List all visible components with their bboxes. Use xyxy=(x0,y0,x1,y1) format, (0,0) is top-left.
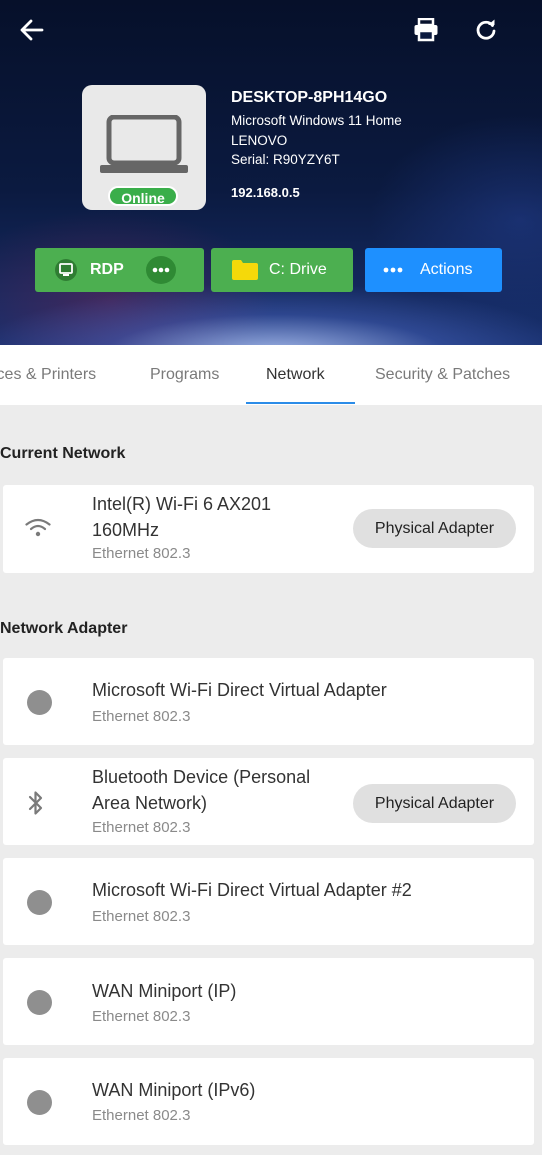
section-network-adapter: Network Adapter xyxy=(0,620,128,637)
dot-icon xyxy=(27,1090,52,1115)
wifi-icon xyxy=(25,518,51,537)
bluetooth-icon xyxy=(28,791,43,815)
section-current-network: Current Network xyxy=(0,445,126,462)
refresh-icon[interactable] xyxy=(470,14,502,46)
tab-security-patches[interactable]: Security & Patches xyxy=(375,345,510,405)
device-ip: 192.168.0.5 xyxy=(231,185,300,200)
rdp-more-button[interactable] xyxy=(146,256,176,284)
adapter-item[interactable]: WAN Miniport (IPv6) Ethernet 802.3 xyxy=(3,1058,534,1145)
device-serial: Serial: R90YZY6T xyxy=(231,152,340,167)
actions-label: Actions xyxy=(420,261,473,278)
device-os: Microsoft Windows 11 Home xyxy=(231,113,402,128)
device-manufacturer: LENOVO xyxy=(231,133,288,148)
tab-bar: ices & Printers Programs Network Securit… xyxy=(0,345,542,405)
rdp-label: RDP xyxy=(90,261,124,278)
adapter-title: Microsoft Wi-Fi Direct Virtual Adapter #… xyxy=(92,880,412,900)
adapter-subtitle: Ethernet 802.3 xyxy=(92,908,191,925)
rdp-button[interactable]: RDP xyxy=(35,248,204,292)
adapter-subtitle: Ethernet 802.3 xyxy=(92,819,191,836)
laptop-icon xyxy=(100,115,188,173)
adapter-subtitle: Ethernet 802.3 xyxy=(92,708,191,725)
dot-icon xyxy=(27,990,52,1015)
adapter-title: Bluetooth Device (Personal Area Network) xyxy=(92,767,311,813)
monitor-icon xyxy=(55,259,77,281)
device-header: Online DESKTOP-8PH14GO Microsoft Windows… xyxy=(0,0,542,345)
adapter-title: Microsoft Wi-Fi Direct Virtual Adapter xyxy=(92,680,387,700)
physical-adapter-chip: Physical Adapter xyxy=(353,509,516,548)
adapter-item[interactable]: Microsoft Wi-Fi Direct Virtual Adapter E… xyxy=(3,658,534,745)
more-icon xyxy=(383,267,403,273)
network-item[interactable]: Intel(R) Wi-Fi 6 AX201 160MHz Ethernet 8… xyxy=(3,485,534,573)
tab-network[interactable]: Network xyxy=(266,345,325,405)
dot-icon xyxy=(27,890,52,915)
active-tab-indicator xyxy=(246,402,355,404)
adapter-title: WAN Miniport (IPv6) xyxy=(92,1080,256,1100)
status-badge: Online xyxy=(108,186,178,206)
adapter-item[interactable]: WAN Miniport (IP) Ethernet 802.3 xyxy=(3,958,534,1045)
tab-programs[interactable]: Programs xyxy=(150,345,219,405)
device-card: Online xyxy=(82,85,206,210)
adapter-subtitle: Ethernet 802.3 xyxy=(92,1008,191,1025)
device-name: DESKTOP-8PH14GO xyxy=(231,89,388,106)
adapter-item[interactable]: Bluetooth Device (Personal Area Network)… xyxy=(3,758,534,845)
physical-adapter-chip: Physical Adapter xyxy=(353,784,516,823)
dot-icon xyxy=(27,690,52,715)
adapter-subtitle: Ethernet 802.3 xyxy=(92,1107,191,1124)
print-icon[interactable] xyxy=(410,14,442,46)
folder-icon xyxy=(232,260,258,280)
network-title: Intel(R) Wi-Fi 6 AX201 160MHz xyxy=(92,494,272,540)
c-drive-button[interactable]: C: Drive xyxy=(211,248,353,292)
adapter-item[interactable]: Microsoft Wi-Fi Direct Virtual Adapter #… xyxy=(3,858,534,945)
actions-button[interactable]: Actions xyxy=(365,248,502,292)
network-subtitle: Ethernet 802.3 xyxy=(92,545,191,562)
adapter-title: WAN Miniport (IP) xyxy=(92,981,237,1001)
c-drive-label: C: Drive xyxy=(269,261,327,278)
tab-devices-printers[interactable]: ices & Printers xyxy=(0,345,96,405)
more-icon xyxy=(152,267,170,273)
back-arrow-icon[interactable] xyxy=(16,14,48,46)
